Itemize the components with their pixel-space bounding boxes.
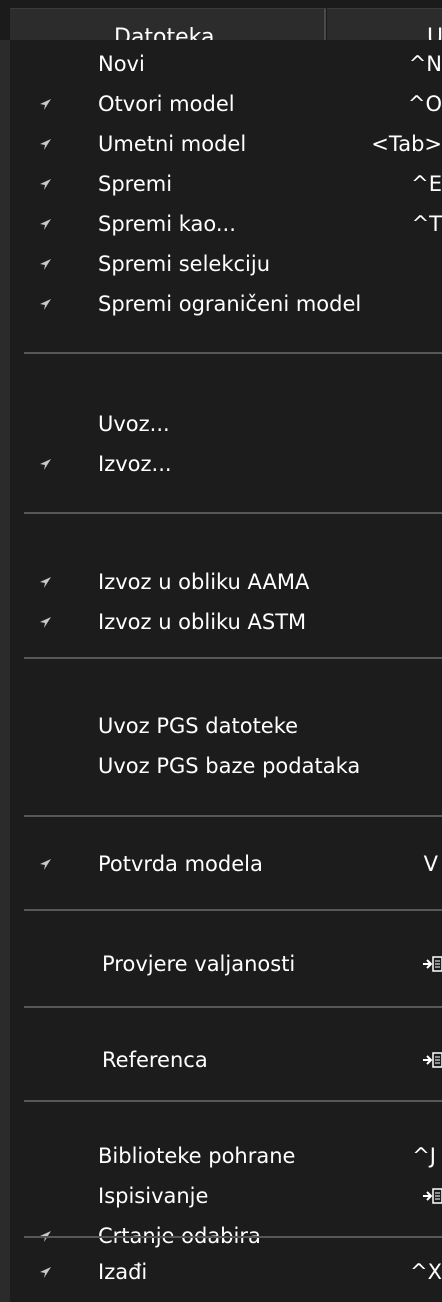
submenu-arrow-icon [423,956,442,972]
menu-item-label: Otvori model [98,92,235,116]
menu-separator [24,815,442,817]
arrow-bullet-icon [40,99,51,110]
menu-separator [24,909,442,911]
menu-item-label: Spremi ograničeni model [98,292,362,316]
menu-item-ispisivanje[interactable]: Ispisivanje [10,1176,442,1216]
menu-item-spremi-ograniceni-model[interactable]: Spremi ograničeni model [10,284,442,324]
menu-item-izvoz-astm[interactable]: Izvoz u obliku ASTM [10,602,442,642]
menu-item-shortcut: <Tab> [371,132,442,156]
menu-separator [24,1006,442,1008]
menu-item-label: Uvoz PGS baze podataka [98,754,361,778]
menu-item-izvoz[interactable]: Izvoz... [10,444,442,484]
menu-item-shortcut: ^J [412,1144,436,1168]
menu-item-spremi-selekciju[interactable]: Spremi selekciju [10,244,442,284]
menu-item-uvoz-pgs-baze[interactable]: Uvoz PGS baze podataka [10,746,442,786]
menu-separator [24,1100,442,1102]
submenu-arrow-icon [423,1188,442,1204]
menu-item-label: Spremi selekciju [98,252,271,276]
file-dropdown-menu: Novi ^N Otvori model ^O Umetni model <Ta… [0,40,442,1302]
arrow-bullet-icon [40,259,51,270]
menu-item-label: Novi [98,52,145,76]
arrow-bullet-icon [40,179,51,190]
menu-item-label: Ispisivanje [98,1184,209,1208]
menu-item-uvoz[interactable]: Uvoz... [10,404,442,444]
menu-item-shortcut: V [423,852,438,876]
menu-item-label: Izađi [98,1260,148,1284]
arrow-bullet-icon [40,299,51,310]
menu-item-label: Potvrda modela [98,852,263,876]
menu-item-label: Izvoz u obliku ASTM [98,610,307,634]
arrow-bullet-icon [40,1267,51,1278]
menu-item-label: Umetni model [98,132,247,156]
menu-item-izvoz-aama[interactable]: Izvoz u obliku AAMA [10,562,442,602]
menu-item-spremi-kao[interactable]: Spremi kao... ^T [10,204,442,244]
menu-item-shortcut: ^O [407,92,442,116]
menu-item-izadi[interactable]: Izađi ^X [10,1252,442,1292]
menu-separator [24,1236,442,1238]
menu-separator [24,657,442,659]
arrow-bullet-icon [40,139,51,150]
menu-item-referenca[interactable]: Referenca [10,1040,442,1080]
menu-item-shortcut: ^X [410,1260,442,1284]
menu-item-label: Provjere valjanosti [102,952,296,976]
arrow-bullet-icon [40,219,51,230]
menu-item-umetni-model[interactable]: Umetni model <Tab> [10,124,442,164]
arrow-bullet-icon [40,577,51,588]
menu-item-label: Izvoz... [98,452,172,476]
menu-item-shortcut: ^T [411,212,442,236]
menu-item-shortcut: ^E [411,172,442,196]
submenu-arrow-icon [423,1052,442,1068]
menu-separator [24,352,442,354]
menu-item-label: Izvoz u obliku AAMA [98,570,310,594]
menu-item-uvoz-pgs-datoteke[interactable]: Uvoz PGS datoteke [10,706,442,746]
menu-item-label: Spremi [98,172,173,196]
arrow-bullet-icon [40,859,51,870]
menu-item-spremi[interactable]: Spremi ^E [10,164,442,204]
menu-item-shortcut: ^N [408,52,442,76]
menu-item-label: Spremi kao... [98,212,236,236]
menu-item-biblioteke-pohrane[interactable]: Biblioteke pohrane ^J [10,1136,442,1176]
arrow-bullet-icon [40,459,51,470]
menu-item-label: Referenca [102,1048,208,1072]
menu-item-novi[interactable]: Novi ^N [10,44,442,84]
menu-item-potvrda-modela[interactable]: Potvrda modela V [10,844,442,884]
menu-item-label: Biblioteke pohrane [98,1144,296,1168]
menu-separator [24,512,442,514]
menu-item-label: Uvoz PGS datoteke [98,714,299,738]
menu-item-label: Uvoz... [98,412,170,436]
arrow-bullet-icon [40,617,51,628]
menu-item-provjere-valjanosti[interactable]: Provjere valjanosti [10,944,442,984]
menu-item-otvori-model[interactable]: Otvori model ^O [10,84,442,124]
